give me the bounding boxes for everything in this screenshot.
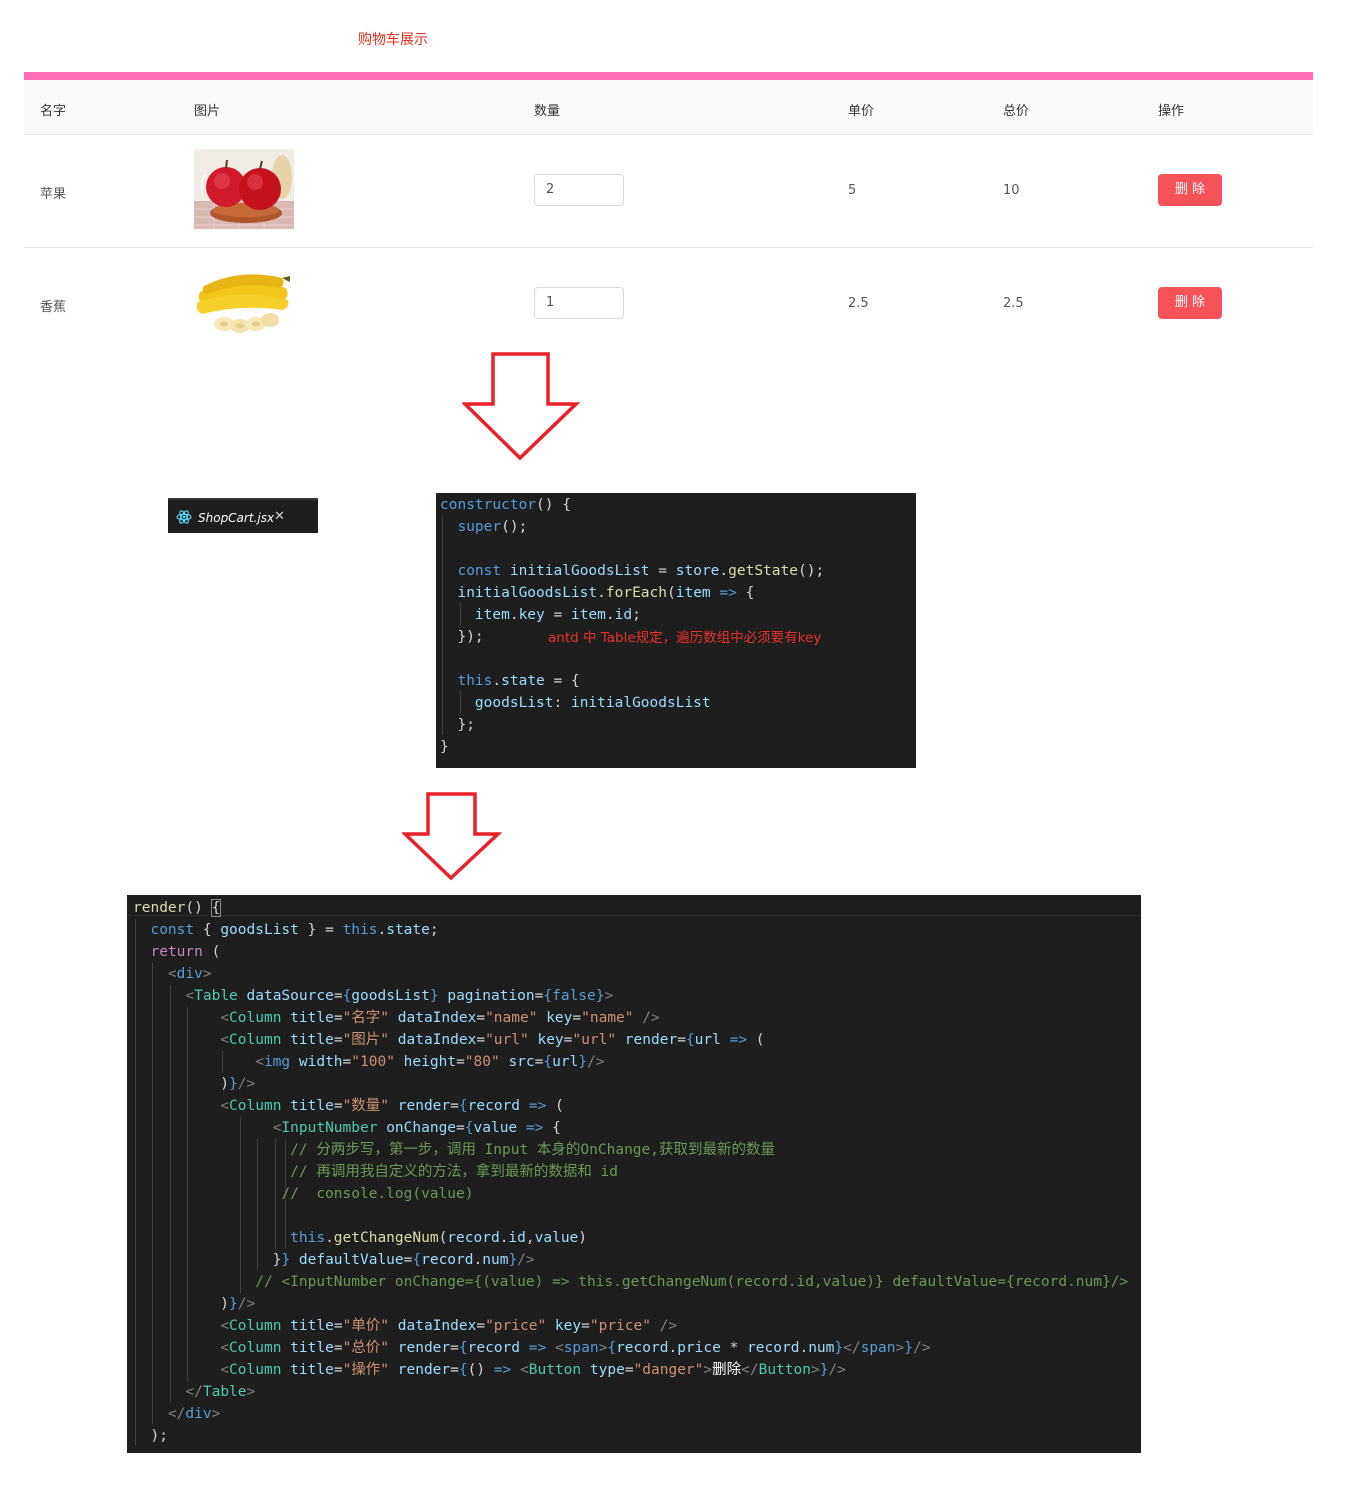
unit-price: 2.5 bbox=[848, 296, 869, 311]
quantity-input[interactable]: 1 bbox=[534, 287, 624, 319]
code-line: )}/> bbox=[133, 1076, 256, 1092]
product-name: 苹果 bbox=[40, 187, 67, 202]
code-line: this.state = { bbox=[457, 673, 580, 689]
product-name: 香蕉 bbox=[40, 300, 67, 315]
code-comment: // 再调用我自定义的方法，拿到最新的数据和 id bbox=[133, 1164, 619, 1180]
code-line: <Column title="单价" dataIndex="price" key… bbox=[220, 1318, 678, 1334]
code-line: <img width="100" height="80" src={url}/> bbox=[255, 1054, 605, 1070]
accent-bar bbox=[24, 72, 1313, 80]
code-snippet-render: render() { const { goodsList } = this.st… bbox=[127, 895, 1141, 1453]
column-header-action: 操作 bbox=[1158, 104, 1185, 119]
code-line: }} defaultValue={record.num}/> bbox=[133, 1252, 535, 1268]
apple-photo bbox=[194, 149, 294, 229]
code-line: <div> bbox=[167, 966, 212, 982]
code-line: item.key = item.id; bbox=[474, 607, 641, 623]
table-row: 香蕉 1 2.5 2.5 删 除 bbox=[24, 248, 1313, 361]
code-line: </div> bbox=[167, 1406, 221, 1422]
code-line: <Column title="图片" dataIndex="url" key="… bbox=[220, 1032, 765, 1048]
code-line: initialGoodsList.forEach(item => { bbox=[457, 585, 755, 601]
annotation-note: antd 中 Table规定，遍历数组中必须要有key bbox=[548, 630, 822, 646]
table-row: 苹果 2 5 10 删 除 bbox=[24, 135, 1313, 248]
delete-button[interactable]: 删 除 bbox=[1158, 287, 1222, 319]
code-line: <Column title="操作" render={() => <Button… bbox=[220, 1362, 846, 1378]
column-header-name: 名字 bbox=[40, 104, 67, 119]
tab-label: ShopCart.jsx bbox=[198, 511, 275, 525]
code-comment: // console.log(value) bbox=[133, 1186, 474, 1202]
code-line: const initialGoodsList = store.getState(… bbox=[457, 563, 825, 579]
unit-price: 5 bbox=[848, 183, 857, 198]
column-header-image: 图片 bbox=[194, 104, 221, 119]
code-line: this.getChangeNum(record.id,value) bbox=[290, 1230, 588, 1246]
quantity-input[interactable]: 2 bbox=[534, 174, 624, 206]
code-line: } bbox=[440, 739, 449, 755]
close-icon[interactable]: ✕ bbox=[274, 509, 285, 524]
code-line: constructor() { bbox=[440, 497, 571, 513]
code-line: <InputNumber onChange={value => { bbox=[272, 1120, 561, 1136]
page-title: 购物车展示 bbox=[358, 32, 428, 48]
code-line: const { goodsList } = this.state; bbox=[150, 922, 439, 938]
code-line: <Table dataSource={goodsList} pagination… bbox=[185, 988, 614, 1004]
code-line: render() { bbox=[133, 899, 222, 917]
column-header-price: 单价 bbox=[848, 104, 875, 119]
code-snippet-constructor: constructor() { super(); const initialGo… bbox=[436, 493, 916, 768]
code-line: <Column title="数量" render={record => ( bbox=[220, 1098, 564, 1114]
code-line: super(); bbox=[457, 519, 528, 535]
react-icon bbox=[176, 510, 192, 524]
code-line: goodsList: initialGoodsList bbox=[474, 695, 711, 711]
column-header-total: 总价 bbox=[1003, 104, 1030, 119]
code-line: ); bbox=[133, 1428, 168, 1444]
code-line: }); bbox=[440, 629, 484, 645]
column-header-quantity: 数量 bbox=[534, 104, 561, 119]
editor-tab[interactable]: ShopCart.jsx ✕ bbox=[168, 498, 318, 533]
code-line: <Column title="总价" render={record => <sp… bbox=[220, 1340, 931, 1356]
code-line: }; bbox=[440, 717, 475, 733]
code-comment: // 分两步写，第一步，调用 Input 本身的OnChange,获取到最新的数… bbox=[133, 1142, 775, 1158]
code-line: <Column title="名字" dataIndex="name" key=… bbox=[220, 1010, 660, 1026]
code-comment: // <InputNumber onChange={(value) => thi… bbox=[133, 1274, 1129, 1290]
code-line: )}/> bbox=[133, 1296, 256, 1312]
total-price: 10 bbox=[1003, 183, 1020, 198]
delete-button[interactable]: 删 除 bbox=[1158, 174, 1222, 206]
total-price: 2.5 bbox=[1003, 296, 1024, 311]
code-line: </Table> bbox=[185, 1384, 256, 1400]
code-line: return ( bbox=[150, 944, 221, 960]
down-arrow-icon bbox=[402, 792, 502, 881]
down-arrow-icon bbox=[462, 352, 580, 461]
banana-photo bbox=[194, 262, 294, 342]
table-header: 名字 图片 数量 单价 总价 操作 bbox=[24, 80, 1313, 135]
